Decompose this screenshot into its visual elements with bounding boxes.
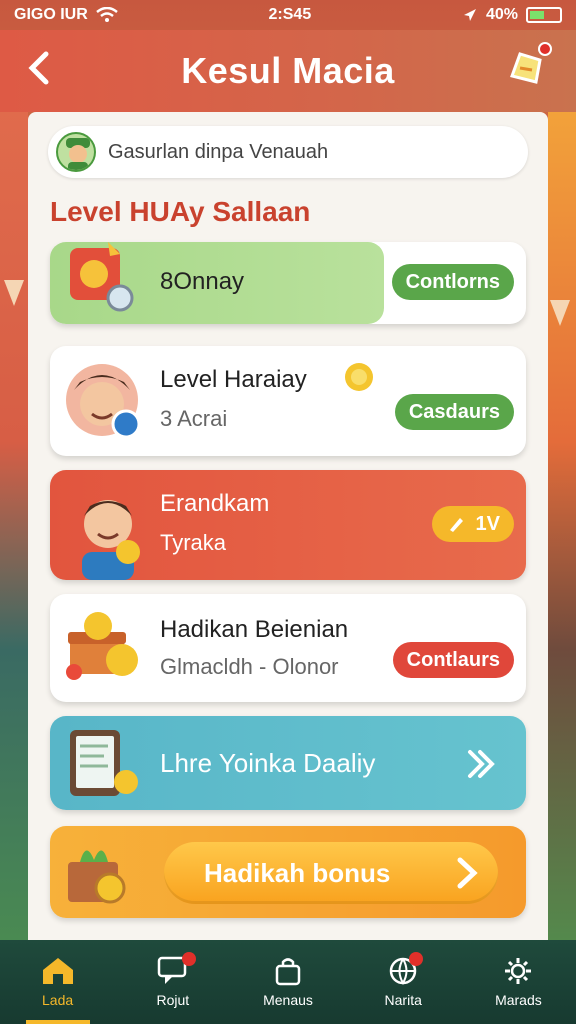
avatar [64,360,144,440]
wifi-icon [96,7,118,22]
reward-card[interactable]: Erandkam Tyraka 1V [50,470,526,580]
avatar [64,484,144,580]
app-header: Kesul Macia [0,30,576,112]
nav-label: Lada [42,992,74,1008]
notification-badge [182,952,197,966]
level-button[interactable]: 1V [431,506,514,542]
chevron-right-icon [457,857,478,889]
nav-item-menaus[interactable]: Menaus [230,940,345,1024]
coin-icon [345,363,373,391]
pennant-decoration [550,300,570,326]
main-panel: Gasurlan dinpa Venauah Level HUAy Sallaa… [28,112,548,940]
card-label: Level Haraiay [160,366,307,393]
card-subtitle: 3 Acrai [160,406,228,431]
tablet-icon [64,724,144,804]
card-label: Erandkam [160,490,270,517]
level-button-label: 1V [475,512,500,535]
greeting-text: Gasurlan dinpa Venauah [108,140,329,163]
carrier-label: GIGO IUR [14,6,88,23]
continue-button[interactable]: Contlaurs [392,642,514,678]
user-avatar-icon [66,138,90,170]
card-label: Hadikan Beienian [160,616,349,643]
card-label: Lhre Yoinka Daaliy [160,748,376,778]
bag-icon [275,958,301,986]
continue-button[interactable]: Contlorns [391,264,514,300]
clock: 2:S45 [268,6,312,23]
nav-label: Marads [495,992,542,1008]
gift-bag-icon [64,240,144,320]
level-card[interactable]: Level Haraiay 3 Acrai Casdaurs [50,346,526,456]
card-subtitle: Tyraka [160,530,227,555]
greeting-banner[interactable]: Gasurlan dinpa Venauah [48,126,528,178]
double-chevron-right-icon[interactable] [464,746,500,782]
notification-badge [408,952,423,966]
page-title: Kesul Macia [181,50,395,91]
gift-card[interactable]: Hadikan Beienian Glmacldh - Olonor Contl… [50,594,526,702]
notification-button[interactable] [506,42,552,90]
chevron-left-icon [28,51,49,85]
battery-icon [525,7,562,23]
nav-item-narita[interactable]: Narita [346,940,461,1024]
background-right-wall [548,110,576,940]
gift-box-icon [64,832,144,912]
bottom-nav: Lada Rojut Menaus Narita Marads [0,940,576,1024]
continue-button[interactable]: Casdaurs [394,394,514,430]
nav-item-marads[interactable]: Marads [461,940,576,1024]
nav-label: Narita [384,992,422,1008]
nav-label: Rojut [156,992,190,1008]
boy-avatar-icon [66,364,141,439]
card-subtitle: Glmacldh - Olonor [160,654,339,679]
daily-card[interactable]: 8Onnay Contlorns [50,242,526,324]
nav-item-lada[interactable]: Lada [0,940,115,1024]
status-bar: GIGO IUR 2:S45 40% [0,0,576,30]
bonus-button[interactable]: Hadikah bonus [164,842,498,904]
avatar [56,132,96,172]
bonus-button-label: Hadikah bonus [204,857,391,888]
boy-avatar-icon [82,500,140,580]
background-left-wall [0,110,28,940]
notification-badge [538,42,552,56]
bonus-card[interactable]: Hadikah bonus [50,826,526,918]
card-label: 8Onnay [160,268,245,295]
location-icon [463,9,476,21]
back-button[interactable] [24,48,64,92]
gear-icon [505,958,532,984]
nav-label: Menaus [263,992,313,1008]
home-icon [42,958,73,984]
daily-task-card[interactable]: Lhre Yoinka Daaliy [50,716,526,810]
section-title: Level HUAy Sallaan [50,196,311,227]
pencil-icon [449,518,463,532]
treasure-box-icon [64,606,144,686]
battery-percent: 40% [485,6,518,23]
nav-item-rojut[interactable]: Rojut [115,940,230,1024]
pennant-decoration [4,280,24,306]
